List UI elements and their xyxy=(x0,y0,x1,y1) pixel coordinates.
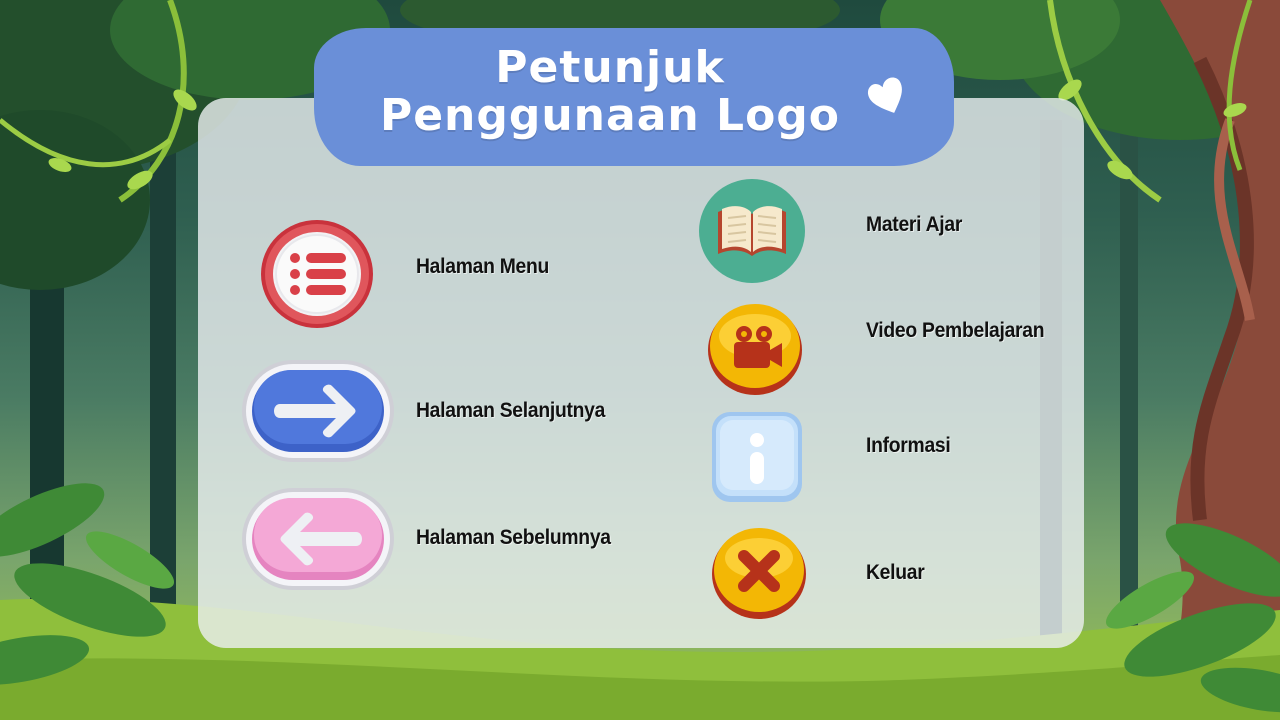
arrow-left-icon xyxy=(242,488,394,590)
info-icon xyxy=(712,412,802,502)
legend-label-menu: Halaman Menu xyxy=(416,255,550,278)
video-camera-icon xyxy=(708,304,802,395)
legend-label-previous: Halaman Sebelumnya xyxy=(416,526,611,549)
menu-list-icon xyxy=(261,220,373,328)
legend-label-material: Materi Ajar xyxy=(866,213,963,236)
title-line-2: Penggunaan Logo xyxy=(379,90,841,141)
heart-icon xyxy=(868,77,902,113)
legend-label-information: Informasi xyxy=(866,434,951,457)
open-book-icon xyxy=(699,179,805,283)
page-title: Petunjuk Penggunaan Logo xyxy=(330,44,890,140)
title-line-1: Petunjuk xyxy=(495,42,725,93)
legend-label-exit: Keluar xyxy=(866,561,925,584)
close-x-icon xyxy=(712,528,806,619)
arrow-right-icon xyxy=(242,360,394,462)
legend-label-video: Video Pembelajaran xyxy=(866,319,1045,342)
legend-label-next: Halaman Selanjutnya xyxy=(416,399,606,422)
